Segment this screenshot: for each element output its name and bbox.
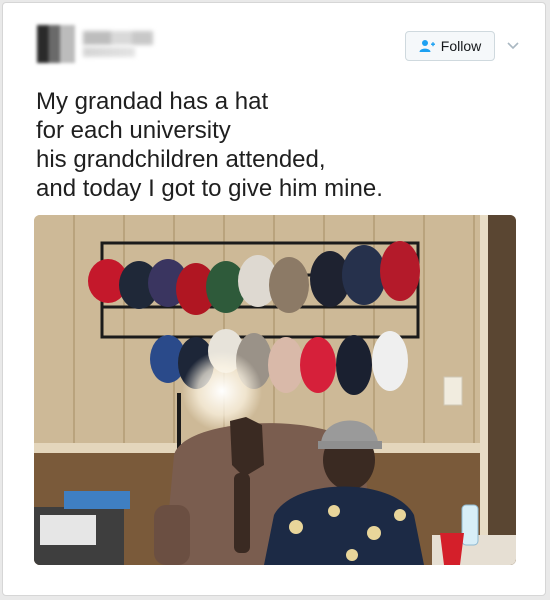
follow-label: Follow: [440, 38, 482, 54]
avatar[interactable]: [37, 25, 75, 63]
author-handle-redacted: [83, 47, 135, 57]
author-name-redacted[interactable]: [83, 31, 153, 45]
follow-button[interactable]: Follow: [405, 31, 495, 61]
tweet-text: My grandad has a hat for each university…: [36, 88, 383, 202]
tweet-photo[interactable]: [34, 215, 516, 565]
add-user-icon: [419, 39, 435, 53]
chevron-down-icon[interactable]: [505, 37, 521, 53]
